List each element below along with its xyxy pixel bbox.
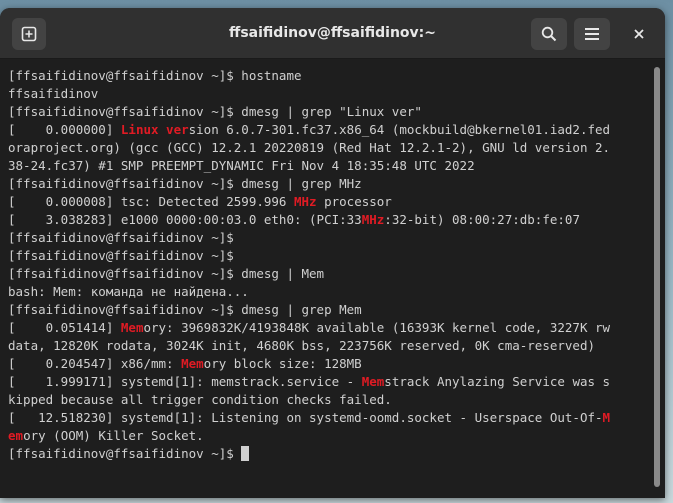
terminal-line: [ffsaifidinov@ffsaifidinov ~]$ dmesg | M… (8, 265, 644, 283)
terminal-line: [ 12.518230] systemd[1]: Listening on sy… (8, 409, 644, 427)
terminal-text: ory block size: 128MB (203, 356, 362, 371)
terminal-line: 38-24.fc37) #1 SMP PREEMPT_DYNAMIC Fri N… (8, 157, 644, 175)
terminal-text: [ 0.000000] (8, 122, 121, 137)
terminal-text: processor (316, 194, 392, 209)
grep-match-text: Mem (181, 356, 204, 371)
text-cursor (241, 446, 250, 461)
title-bar: ffsaifidinov@ffsaifidinov:~ (0, 8, 665, 59)
terminal-text: ory: 3969832K/4193848K available (16393K… (143, 320, 611, 335)
terminal-text: sion 6.0.7-301.fc37.x86_64 (mockbuild@bk… (188, 122, 611, 137)
grep-match-text: MHz (361, 212, 385, 227)
grep-match-text: MHz (293, 194, 317, 209)
terminal-text: [ 3.038283] e1000 0000:00:03.0 eth0: (PC… (8, 212, 362, 227)
grep-match-text: Linux ver (120, 122, 189, 137)
terminal-text: [ffsaifidinov@ffsaifidinov ~]$ dmesg | g… (8, 104, 422, 119)
terminal-line: [ 3.038283] e1000 0000:00:03.0 eth0: (PC… (8, 211, 644, 229)
terminal-window: ffsaifidinov@ffsaifidinov:~ [ffsaifidino… (0, 8, 665, 498)
terminal-text: ffsaifidinov (8, 86, 99, 101)
hamburger-menu-icon (585, 28, 599, 40)
terminal-line: emory (OOM) Killer Socket. (8, 427, 644, 445)
terminal-text: [ 12.518230] systemd[1]: Listening on sy… (8, 410, 603, 425)
terminal-line: oraproject.org) (gcc (GCC) 12.2.1 202208… (8, 139, 644, 157)
terminal-area[interactable]: [ffsaifidinov@ffsaifidinov ~]$ hostname f… (0, 59, 665, 498)
terminal-text: [ 0.000008] tsc: Detected 2599.996 (8, 194, 294, 209)
grep-match-text: Mem (120, 320, 144, 335)
grep-match-text: em (8, 428, 24, 443)
grep-match-text: M (602, 410, 611, 425)
terminal-text: bash: Mem: команда не найдена... (8, 284, 249, 299)
main-menu-button[interactable] (574, 18, 610, 50)
terminal-line: bash: Mem: команда не найдена... (8, 283, 644, 301)
terminal-output: [ffsaifidinov@ffsaifidinov ~]$ hostname f… (8, 67, 644, 463)
terminal-text: oraproject.org) (gcc (GCC) 12.2.1 202208… (8, 140, 611, 155)
terminal-line: [ffsaifidinov@ffsaifidinov ~]$ dmesg | g… (8, 301, 644, 319)
terminal-text: [ 1.999171] systemd[1]: memstrack.servic… (8, 374, 362, 389)
terminal-text: [ffsaifidinov@ffsaifidinov ~]$ dmesg | g… (8, 302, 362, 317)
terminal-line: [ffsaifidinov@ffsaifidinov ~]$ dmesg | g… (8, 175, 644, 193)
terminal-text: [ffsaifidinov@ffsaifidinov ~]$ hostname (8, 68, 302, 83)
terminal-line: [ffsaifidinov@ffsaifidinov ~]$ (8, 247, 644, 265)
grep-match-text: Mem (361, 374, 385, 389)
terminal-text: data, 12820K rodata, 3024K init, 4680K b… (8, 338, 595, 353)
terminal-line: ffsaifidinov (8, 85, 644, 103)
new-tab-icon (21, 26, 37, 42)
scrollbar[interactable] (654, 67, 660, 487)
terminal-line: [ 0.204547] x86/mm: Memory block size: 1… (8, 355, 644, 373)
terminal-line: [ 1.999171] systemd[1]: memstrack.servic… (8, 373, 644, 391)
search-icon (541, 26, 557, 42)
terminal-line: kipped because all trigger condition che… (8, 391, 644, 409)
terminal-text: ory (OOM) Killer Socket. (23, 428, 204, 443)
terminal-text: [ffsaifidinov@ffsaifidinov ~]$ dmesg | g… (8, 176, 362, 191)
terminal-text: [ffsaifidinov@ffsaifidinov ~]$ (8, 248, 234, 263)
terminal-text: kipped because all trigger condition che… (8, 392, 392, 407)
terminal-line: [ffsaifidinov@ffsaifidinov ~]$ dmesg | g… (8, 103, 644, 121)
close-icon (634, 29, 644, 39)
terminal-text: [ 0.204547] x86/mm: (8, 356, 182, 371)
window-title: ffsaifidinov@ffsaifidinov:~ (229, 25, 436, 41)
terminal-line: [ 0.000000] Linux version 6.0.7-301.fc37… (8, 121, 644, 139)
terminal-text: 38-24.fc37) #1 SMP PREEMPT_DYNAMIC Fri N… (8, 158, 475, 173)
terminal-text: :32-bit) 08:00:27:db:fe:07 (384, 212, 580, 227)
terminal-line: [ 0.051414] Memory: 3969832K/4193848K av… (8, 319, 644, 337)
terminal-line: [ 0.000008] tsc: Detected 2599.996 MHz p… (8, 193, 644, 211)
terminal-text: [ffsaifidinov@ffsaifidinov ~]$ dmesg | M… (8, 266, 325, 281)
terminal-text: [ffsaifidinov@ffsaifidinov ~]$ (8, 230, 234, 245)
terminal-line: [ffsaifidinov@ffsaifidinov ~]$ hostname (8, 67, 644, 85)
terminal-line: data, 12820K rodata, 3024K init, 4680K b… (8, 337, 644, 355)
search-button[interactable] (531, 18, 567, 50)
close-button[interactable] (627, 22, 651, 46)
terminal-line: [ffsaifidinov@ffsaifidinov ~]$ (8, 229, 644, 247)
terminal-text: [ 0.051414] (8, 320, 121, 335)
terminal-text: strack Anylazing Service was s (384, 374, 611, 389)
terminal-line: [ffsaifidinov@ffsaifidinov ~]$ (8, 445, 644, 463)
new-tab-button[interactable] (12, 18, 46, 50)
terminal-text: [ffsaifidinov@ffsaifidinov ~]$ (8, 446, 242, 461)
